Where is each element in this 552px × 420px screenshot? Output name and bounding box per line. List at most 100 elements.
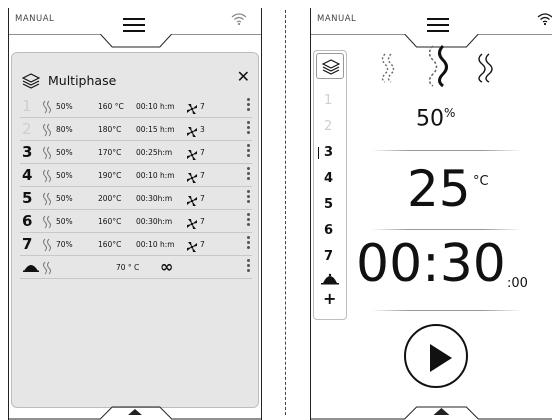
steam-high-icon[interactable]	[473, 52, 497, 84]
phase-number: 4	[22, 166, 33, 184]
menu-icon[interactable]	[123, 18, 145, 32]
wifi-icon	[537, 13, 552, 26]
sidebar-phase-4[interactable]: 4	[324, 171, 333, 186]
cloche-icon	[23, 265, 39, 272]
more-options-icon[interactable]	[246, 259, 250, 275]
multiphase-overlay: Multiphase ✕ 1 50% 160 °C 00:10 h:m 7 2 80% 180…	[11, 52, 259, 408]
fan-icon	[186, 215, 198, 229]
fan-icon	[186, 100, 198, 114]
phase-time: 00:10 h:m	[136, 102, 175, 111]
phase-humidity: 50%	[56, 194, 73, 203]
cloche-icon[interactable]	[321, 273, 339, 285]
steam-icon	[42, 145, 52, 160]
phase-number: 1	[22, 97, 32, 115]
more-options-icon[interactable]	[246, 144, 250, 160]
bottom-tab-chevron[interactable]	[9, 404, 261, 420]
phase-humidity: 50%	[56, 102, 73, 111]
steam-icon	[42, 260, 52, 275]
phase-fan-speed: 7	[200, 102, 205, 111]
layers-icon	[22, 73, 40, 89]
wifi-icon	[231, 13, 247, 26]
phase-humidity: 70%	[56, 240, 73, 249]
play-icon	[430, 344, 452, 372]
phase-humidity: 50%	[56, 171, 73, 180]
chevron-up-icon	[433, 408, 450, 415]
phase-fan-speed: 7	[200, 194, 205, 203]
sidebar-phase-6[interactable]: 6	[324, 223, 333, 238]
separator	[371, 310, 521, 311]
phase-sidebar: 1 2 3 4 5 6 7 +	[313, 50, 347, 320]
phase-row[interactable]: 5 50% 200°C 00:30h:m 7	[20, 187, 252, 210]
top-tab-notch	[9, 34, 261, 48]
steam-icon	[42, 214, 52, 229]
phase-temperature: 180°C	[98, 125, 122, 134]
separator	[371, 229, 521, 230]
close-button[interactable]: ✕	[237, 67, 250, 86]
phase-time: 00:10 h:m	[136, 171, 175, 180]
holding-phase-row[interactable]: 70 ° C ∞	[20, 256, 252, 279]
phase-number: 6	[22, 212, 33, 230]
phase-fan-speed: 3	[200, 125, 205, 134]
phase-time: 00:30h:m	[136, 217, 173, 226]
humidity-value[interactable]: 50%	[416, 106, 455, 131]
fan-icon	[186, 238, 198, 252]
phase-number: 2	[22, 120, 32, 138]
phase-fan-speed: 7	[200, 240, 205, 249]
steam-icon	[42, 99, 52, 114]
phase-number: 5	[22, 189, 33, 207]
phase-row[interactable]: 1 50% 160 °C 00:10 h:m 7	[20, 95, 252, 118]
separator	[371, 150, 521, 151]
phase-temperature: 160°C	[98, 217, 122, 226]
overlay-title: Multiphase	[48, 73, 117, 88]
sidebar-phase-2[interactable]: 2	[324, 119, 332, 134]
temperature-value[interactable]: 25	[407, 164, 471, 214]
steam-medium-icon[interactable]	[423, 44, 453, 88]
mode-label: MANUAL	[15, 14, 55, 24]
more-options-icon[interactable]	[246, 98, 250, 114]
start-button[interactable]	[404, 324, 468, 388]
more-options-icon[interactable]	[246, 167, 250, 183]
phase-row[interactable]: 6 50% 160°C 00:30h:m 7	[20, 210, 252, 233]
divider	[285, 10, 286, 415]
phase-humidity: 50%	[56, 148, 73, 157]
temperature-unit: °C	[473, 174, 489, 189]
multiphase-toggle-button[interactable]	[316, 53, 344, 79]
steam-selector[interactable]	[371, 44, 511, 92]
phase-fan-speed: 7	[200, 171, 205, 180]
phase-row[interactable]: 2 80% 180°C 00:15 h:m 3	[20, 118, 252, 141]
more-options-icon[interactable]	[246, 190, 250, 206]
steam-low-icon[interactable]	[377, 52, 399, 84]
menu-icon[interactable]	[427, 18, 449, 32]
add-phase-button[interactable]: +	[323, 289, 336, 308]
phase-fan-speed: 7	[200, 148, 205, 157]
time-value[interactable]: 00:30	[356, 238, 506, 290]
chevron-up-icon	[128, 409, 142, 415]
more-options-icon[interactable]	[246, 213, 250, 229]
steam-icon	[42, 237, 52, 252]
phase-fan-speed: 7	[200, 217, 205, 226]
phase-row[interactable]: 7 70% 160°C 00:10 h:m 7	[20, 233, 252, 256]
more-options-icon[interactable]	[246, 236, 250, 252]
steam-icon	[42, 122, 52, 137]
sidebar-phase-5[interactable]: 5	[324, 197, 333, 212]
sidebar-phase-3[interactable]: 3	[317, 145, 333, 160]
more-options-icon[interactable]	[246, 121, 250, 137]
bottom-tab-chevron[interactable]	[311, 404, 552, 420]
phase-temperature: 170°C	[98, 148, 122, 157]
sidebar-phase-1[interactable]: 1	[324, 93, 332, 108]
time-seconds: :00	[507, 276, 528, 291]
layers-icon	[322, 59, 340, 75]
overlay-header: Multiphase ✕	[20, 67, 252, 93]
steam-icon	[42, 168, 52, 183]
phase-row[interactable]: 4 50% 190°C 00:10 h:m 7	[20, 164, 252, 187]
phase-row[interactable]: 3 50% 170°C 00:25h:m 7	[20, 141, 252, 164]
sidebar-phase-7[interactable]: 7	[324, 249, 333, 264]
mode-label: MANUAL	[317, 14, 357, 24]
fan-icon	[186, 123, 198, 137]
holding-temperature: 70 ° C	[116, 263, 140, 272]
phase-time: 00:30h:m	[136, 194, 173, 203]
phase-time: 00:10 h:m	[136, 240, 175, 249]
fan-icon	[186, 169, 198, 183]
fan-icon	[186, 146, 198, 160]
phase-humidity: 50%	[56, 217, 73, 226]
